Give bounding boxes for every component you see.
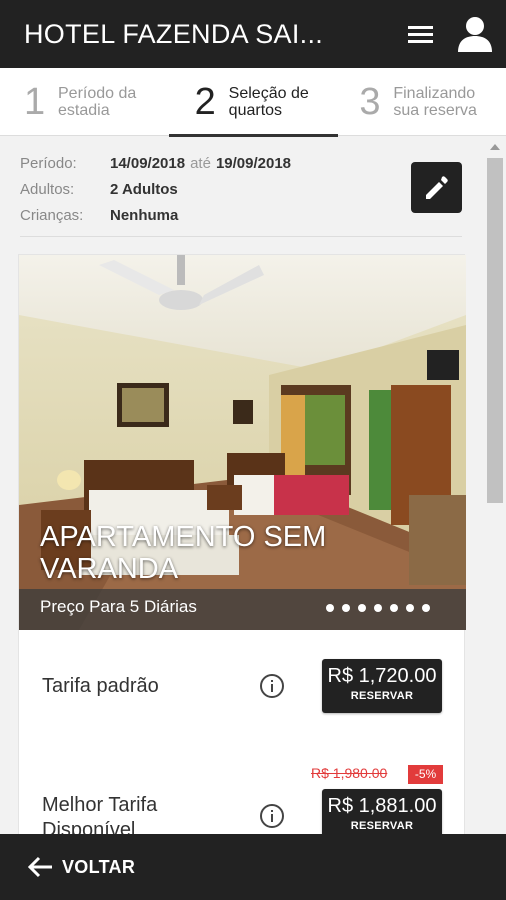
info-icon[interactable] xyxy=(260,674,284,698)
step-label: Período da estadia xyxy=(58,85,137,119)
divider xyxy=(20,236,462,237)
edit-search-button[interactable] xyxy=(411,162,462,213)
period-start: 14/09/2018 xyxy=(110,154,186,172)
hotel-title: HOTEL FAZENDA SAI... xyxy=(24,18,324,49)
period-separator: até xyxy=(190,154,211,172)
children-label: Crianças: xyxy=(20,206,84,224)
rate-price: R$ 1,881.00 xyxy=(327,795,437,817)
carousel-dot[interactable] xyxy=(358,604,366,612)
user-icon[interactable] xyxy=(456,14,494,54)
step-label: Seleção de quartos xyxy=(228,85,309,119)
adults-label: Adultos: xyxy=(20,180,75,198)
rate-name: Melhor Tarifa Disponível xyxy=(42,794,158,834)
room-photo[interactable]: APARTAMENTO SEM VARANDA Preço Para 5 Diá… xyxy=(19,255,466,630)
booking-summary: Período: 14/09/2018 até 19/09/2018 Adult… xyxy=(20,150,462,228)
period-end: 19/09/2018 xyxy=(215,154,292,172)
reserve-label: RESERVAR xyxy=(350,820,414,832)
scrollbar[interactable] xyxy=(484,136,506,834)
app-bar: HOTEL FAZENDA SAI... xyxy=(0,0,506,68)
reserve-label: RESERVAR xyxy=(350,690,414,702)
booking-steps: 1 Período da estadia 2 Seleção de quarto… xyxy=(0,68,506,137)
step-room-selection[interactable]: 2 Seleção de quartos xyxy=(168,68,338,137)
carousel-dot[interactable] xyxy=(390,604,398,612)
price-for-label: Preço Para 5 Diárias xyxy=(40,597,197,616)
adults-row: Adultos: 2 Adultos xyxy=(20,176,462,202)
step-period[interactable]: 1 Período da estadia xyxy=(0,68,169,136)
back-label: VOLTAR xyxy=(62,856,136,877)
scroll-thumb[interactable] xyxy=(487,158,503,503)
reserve-button[interactable]: R$ 1,720.00 RESERVAR xyxy=(322,659,442,713)
reserve-button[interactable]: R$ 1,881.00 RESERVAR xyxy=(322,789,442,834)
adults-value: 2 Adultos xyxy=(110,180,178,198)
info-icon[interactable] xyxy=(260,804,284,828)
step-label: Finalizando sua reserva xyxy=(393,85,477,119)
old-price: R$ 1,980.00 xyxy=(311,765,388,781)
children-row: Crianças: Nenhuma xyxy=(20,202,462,228)
carousel-dot[interactable] xyxy=(326,604,334,612)
children-value: Nenhuma xyxy=(110,206,179,224)
step-number: 1 xyxy=(24,80,46,123)
room-name: APARTAMENTO SEM VARANDA xyxy=(40,521,327,585)
period-label: Período: xyxy=(20,154,77,172)
bottom-bar: VOLTAR xyxy=(0,834,506,900)
carousel-dot[interactable] xyxy=(342,604,350,612)
photo-carousel-dots xyxy=(326,604,430,612)
discount-badge: -5% xyxy=(408,765,443,784)
carousel-dot[interactable] xyxy=(406,604,414,612)
menu-icon[interactable] xyxy=(404,20,438,48)
back-button[interactable]: VOLTAR xyxy=(27,856,136,878)
carousel-dot[interactable] xyxy=(422,604,430,612)
photo-bar: Preço Para 5 Diárias xyxy=(19,589,466,630)
step-finalize[interactable]: 3 Finalizando sua reserva xyxy=(337,68,506,136)
pencil-icon xyxy=(426,176,448,199)
content-area[interactable]: Período: 14/09/2018 até 19/09/2018 Adult… xyxy=(0,136,484,834)
step-number: 3 xyxy=(359,80,381,123)
carousel-dot[interactable] xyxy=(374,604,382,612)
rate-name: Tarifa padrão xyxy=(42,675,159,697)
scroll-up-icon[interactable] xyxy=(490,144,500,150)
step-number: 2 xyxy=(194,80,216,123)
arrow-left-icon xyxy=(27,856,54,878)
rate-price: R$ 1,720.00 xyxy=(327,665,437,687)
period-row: Período: 14/09/2018 até 19/09/2018 xyxy=(20,150,462,176)
room-card: APARTAMENTO SEM VARANDA Preço Para 5 Diá… xyxy=(18,254,466,834)
